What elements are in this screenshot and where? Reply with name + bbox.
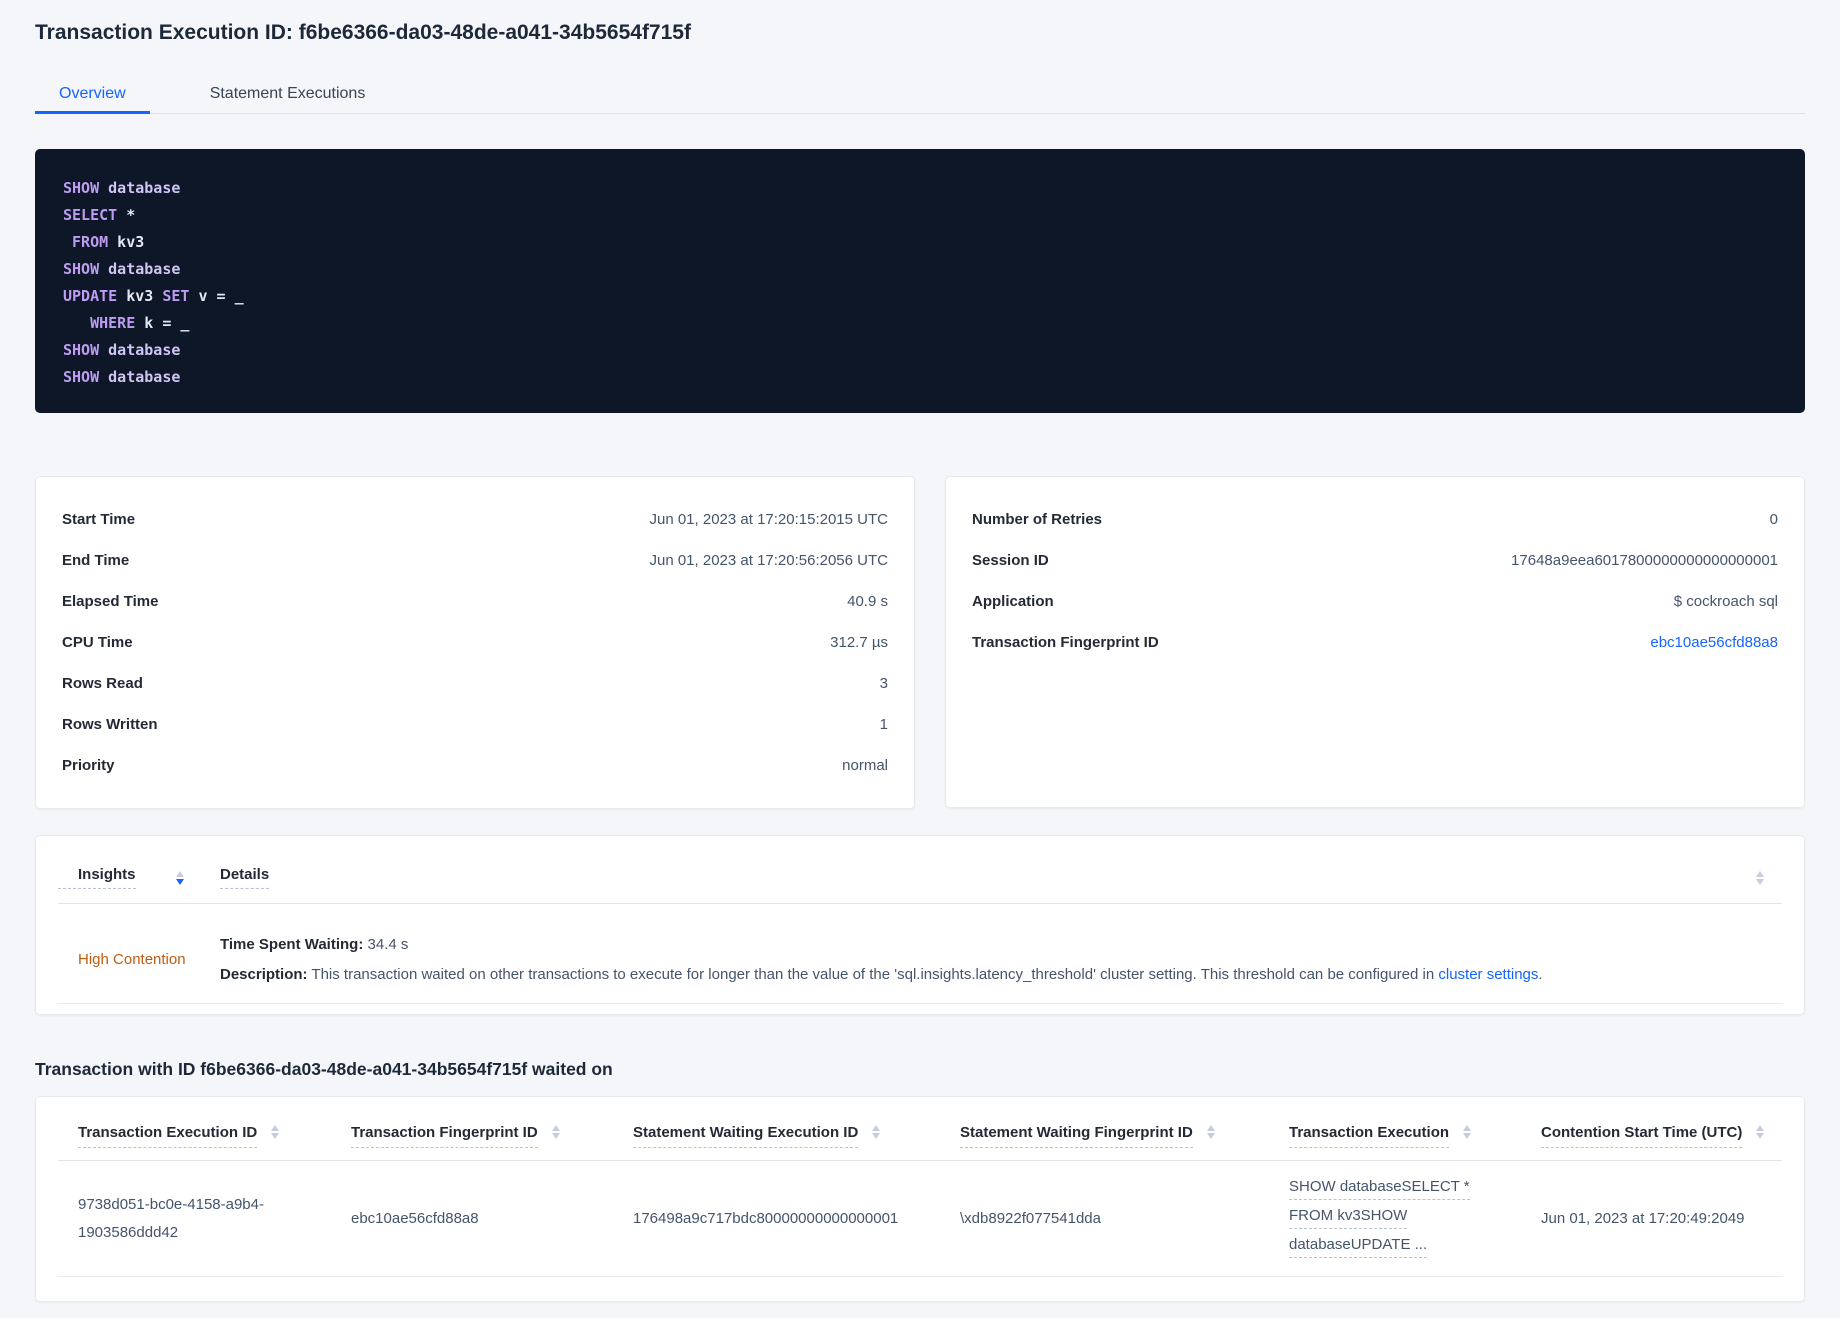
end-time-value: Jun 01, 2023 at 17:20:56:2056 UTC [649,552,888,569]
insights-table-card: Insights Details High Contention Time Sp… [35,835,1805,1015]
column-header-transaction-execution-id[interactable]: Transaction Execution ID [58,1123,331,1148]
transaction-execution-id-cell: 9738d051-bc0e-4158-a9b4-1903586ddd42 [78,1195,264,1241]
summary-label: Session ID [972,552,1049,569]
time-spent-waiting-label: Time Spent Waiting: [220,936,364,953]
column-header-statement-waiting-execution-id[interactable]: Statement Waiting Execution ID [613,1123,940,1148]
sort-icon[interactable] [1463,1125,1472,1139]
rows-written-value: 1 [879,716,888,733]
session-id-value: 17648a9eea6017800000000000000001 [1511,552,1778,569]
start-time-value: Jun 01, 2023 at 17:20:15:2015 UTC [649,511,888,528]
summary-label: Priority [62,757,115,774]
summary-label: Rows Read [62,675,143,692]
transaction-fingerprint-id-cell: ebc10ae56cfd88a8 [351,1209,479,1227]
statement-waiting-execution-id-cell: 176498a9c717bdc80000000000000001 [633,1209,899,1227]
waited-on-table-card: Transaction Execution ID Transaction Fin… [35,1096,1805,1302]
summary-row: Session ID 17648a9eea6017800000000000000… [972,540,1778,581]
execution-summary-card: Start Time Jun 01, 2023 at 17:20:15:2015… [35,476,915,809]
column-header-insights[interactable]: Insights [58,866,220,889]
column-header-label: Transaction Execution [1289,1123,1450,1148]
summary-row: Priority normal [62,745,888,786]
column-header-label: Statement Waiting Fingerprint ID [960,1123,1193,1148]
insights-table-header: Insights Details [58,836,1782,904]
column-header-transaction-fingerprint-id[interactable]: Transaction Fingerprint ID [331,1123,613,1148]
summary-row: Number of Retries 0 [972,499,1778,540]
number-of-retries-value: 0 [1769,511,1778,528]
summary-row: Start Time Jun 01, 2023 at 17:20:15:2015… [62,499,888,540]
application-value: $ cockroach sql [1673,593,1778,610]
summary-label: Application [972,593,1054,610]
transaction-execution-line: SHOW databaseSELECT * [1289,1175,1470,1200]
column-header-statement-waiting-fingerprint-id[interactable]: Statement Waiting Fingerprint ID [940,1123,1269,1148]
sort-icon[interactable] [872,1125,881,1139]
summary-row: Transaction Fingerprint ID ebc10ae56cfd8… [972,622,1778,663]
sort-icon[interactable] [1206,1125,1215,1139]
statement-waiting-fingerprint-id-cell: \xdb8922f077541dda [960,1209,1101,1227]
tab-statement-executions[interactable]: Statement Executions [186,76,390,114]
summary-label: Transaction Fingerprint ID [972,634,1159,651]
column-header-contention-start-time[interactable]: Contention Start Time (UTC) [1521,1123,1782,1148]
transaction-execution-line: FROM kv3SHOW [1289,1204,1408,1229]
column-header-label: Contention Start Time (UTC) [1541,1123,1743,1148]
sort-icon[interactable] [1756,870,1764,885]
cluster-settings-link[interactable]: cluster settings [1438,966,1538,983]
transaction-fingerprint-link[interactable]: ebc10ae56cfd88a8 [1650,632,1778,653]
insight-type-badge: High Contention [78,951,186,968]
description-suffix: . [1538,966,1543,983]
column-header-transaction-execution[interactable]: Transaction Execution [1269,1123,1521,1148]
summary-row: Rows Read 3 [62,663,888,704]
sort-icon[interactable] [551,1125,560,1139]
column-header-details[interactable]: Details [220,866,1756,889]
sort-icon[interactable] [175,870,184,885]
column-header-label: Details [220,866,270,889]
priority-value: normal [842,757,888,774]
session-summary-card: Number of Retries 0 Session ID 17648a9ee… [945,476,1805,808]
time-spent-waiting-value: 34.4 s [367,936,409,953]
sql-statements: SHOW database SELECT * FROM kv3 SHOW datab… [35,149,1805,413]
column-header-label: Transaction Fingerprint ID [351,1123,538,1148]
column-header-label: Transaction Execution ID [78,1123,258,1148]
transaction-execution-link[interactable]: SHOW databaseSELECT * FROM kv3SHOW datab… [1289,1175,1501,1258]
elapsed-time-value: 40.9 s [847,593,888,610]
insight-details: Time Spent Waiting: 34.4 s Description: … [220,934,1782,985]
transaction-execution-cell: SHOW databaseSELECT * FROM kv3SHOW datab… [1269,1175,1521,1262]
tab-overview[interactable]: Overview [35,76,150,114]
insight-description: Description: This transaction waited on … [220,964,1782,985]
column-header-label: Insights [58,866,136,889]
summary-row: Application $ cockroach sql [972,581,1778,622]
table-row: 9738d051-bc0e-4158-a9b4-1903586ddd42 ebc… [58,1161,1782,1277]
page-title: Transaction Execution ID: f6be6366-da03-… [35,21,691,44]
summary-cards-row: Start Time Jun 01, 2023 at 17:20:15:2015… [35,476,1805,809]
waited-on-table-header: Transaction Execution ID Transaction Fin… [58,1097,1782,1161]
rows-read-value: 3 [879,675,888,692]
description-text: This transaction waited on other transac… [311,966,1439,983]
time-spent-waiting: Time Spent Waiting: 34.4 s [220,934,1782,955]
transaction-execution-line: databaseUPDATE ... [1289,1233,1428,1258]
page-content: Transaction Execution ID: f6be6366-da03-… [0,0,1840,1302]
summary-label: Rows Written [62,716,158,733]
summary-row: Elapsed Time 40.9 s [62,581,888,622]
summary-label: Number of Retries [972,511,1103,528]
description-label: Description: [220,966,308,983]
summary-label: Start Time [62,511,136,528]
cpu-time-value: 312.7 µs [830,634,888,651]
insights-header-sort[interactable] [1756,870,1782,885]
insight-row: High Contention Time Spent Waiting: 34.4… [58,904,1782,1004]
summary-row: Rows Written 1 [62,704,888,745]
summary-row: CPU Time 312.7 µs [62,622,888,663]
waited-on-heading: Transaction with ID f6be6366-da03-48de-a… [35,1059,613,1079]
tab-bar: Overview Statement Executions [35,76,1805,114]
sort-icon[interactable] [1756,1125,1765,1139]
summary-row: End Time Jun 01, 2023 at 17:20:56:2056 U… [62,540,888,581]
column-header-label: Statement Waiting Execution ID [633,1123,859,1148]
summary-label: CPU Time [62,634,133,651]
summary-label: End Time [62,552,130,569]
summary-label: Elapsed Time [62,593,159,610]
sort-icon[interactable] [271,1125,280,1139]
contention-start-time-cell: Jun 01, 2023 at 17:20:49:2049 [1541,1209,1745,1227]
